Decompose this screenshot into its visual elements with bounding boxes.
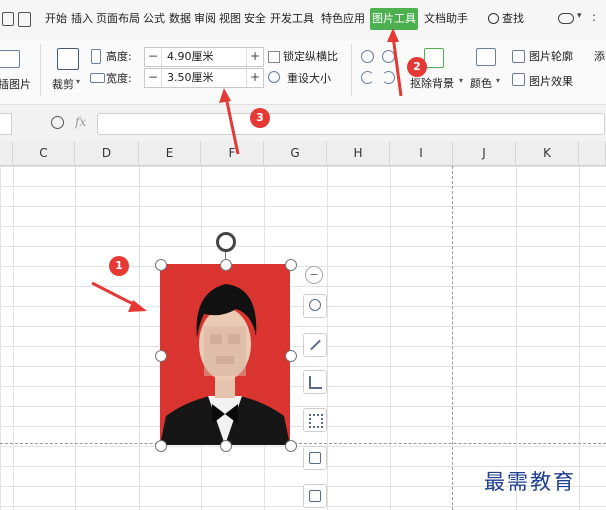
arrow-to-size-inputs (224, 96, 240, 155)
arrow-to-picture-tools (391, 35, 403, 97)
step-badge-2: 2 (407, 57, 427, 77)
annotation-arrows (91, 28, 403, 312)
watermark: 最需教育 (484, 470, 576, 494)
step-badge-3: 3 (250, 108, 270, 128)
step-badge-1: 1 (109, 256, 129, 276)
